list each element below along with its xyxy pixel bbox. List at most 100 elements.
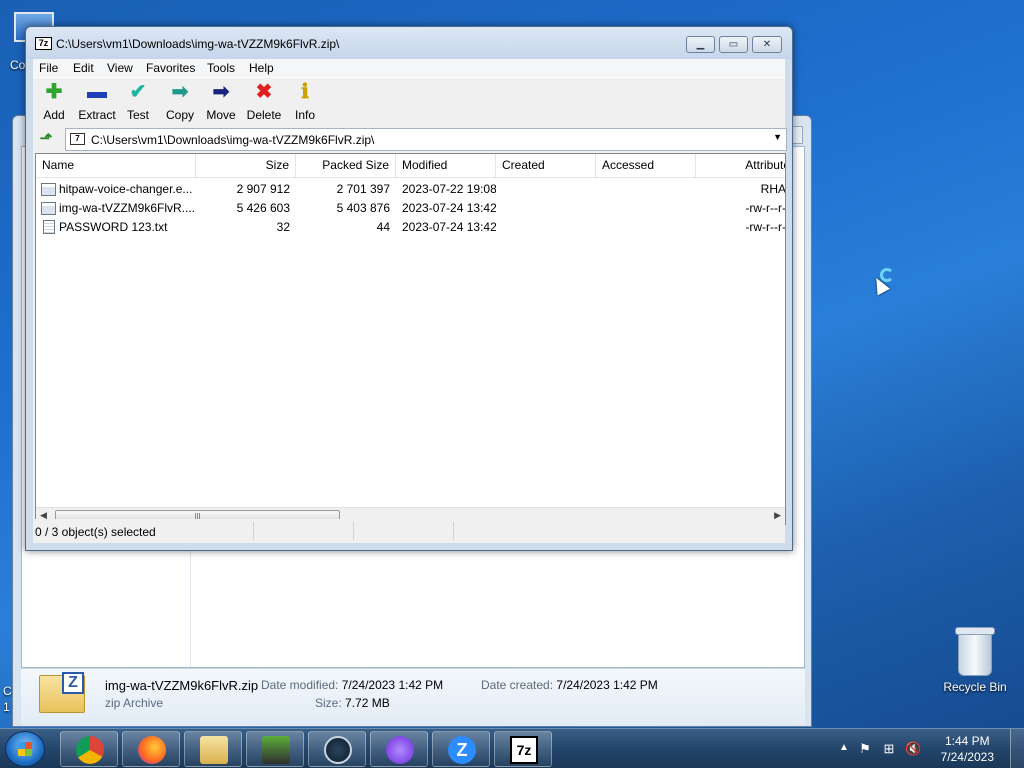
show-hidden-icons-button[interactable]: ▲	[839, 742, 849, 753]
menu-favorites[interactable]: Favorites	[146, 61, 195, 75]
move-arrow-icon: ➡	[212, 81, 230, 103]
volume-muted-icon[interactable]: 🔇	[905, 741, 921, 757]
info-button[interactable]: ℹ Info	[290, 80, 320, 124]
address-combo[interactable]: 7 C:\Users\vm1\Downloads\img-wa-tVZZM9k6…	[65, 128, 787, 151]
maximize-button[interactable]: ▭	[719, 36, 748, 53]
status-bar: 0 / 3 object(s) selected	[33, 519, 785, 543]
file-explorer-icon	[200, 736, 228, 764]
column-attributes[interactable]: Attribute	[696, 154, 785, 178]
cell-attributes: -rw-r--r-	[745, 201, 786, 215]
add-button[interactable]: ✚ Add	[35, 80, 73, 124]
menu-view[interactable]: View	[107, 61, 133, 75]
menu-file[interactable]: File	[39, 61, 58, 75]
minus-icon: ▬	[87, 81, 107, 103]
details-file-type: zip Archive	[105, 696, 164, 710]
close-button[interactable]: ✕	[752, 36, 782, 53]
7zip-window[interactable]: 7z C:\Users\vm1\Downloads\img-wa-tVZZM9k…	[25, 26, 793, 551]
copy-button[interactable]: ➡ Copy	[162, 80, 198, 124]
delete-x-icon: ✖	[255, 81, 273, 103]
selection-status: 0 / 3 object(s) selected	[35, 525, 156, 539]
up-folder-button[interactable]: ⬏	[37, 130, 55, 148]
table-row[interactable]: img-wa-tVZZM9k6FlvR.... 5 426 603 5 403 …	[36, 199, 785, 218]
action-center-icon[interactable]: ⚑	[857, 741, 873, 757]
taskbar-proton-vpn[interactable]	[370, 731, 428, 767]
taskbar-steam[interactable]	[308, 731, 366, 767]
menu-edit[interactable]: Edit	[73, 61, 94, 75]
recycle-bin-shortcut[interactable]: Recycle Bin	[940, 627, 1010, 694]
cell-name: PASSWORD 123.txt	[59, 220, 168, 234]
move-button[interactable]: ➡ Move	[203, 80, 239, 124]
address-bar: ⬏ 7 C:\Users\vm1\Downloads\img-wa-tVZZM9…	[33, 127, 787, 153]
file-list[interactable]: Name Size Packed Size Modified Created A…	[35, 153, 786, 525]
show-desktop-button[interactable]	[1010, 729, 1024, 768]
column-modified[interactable]: Modified	[396, 154, 496, 178]
minimize-button[interactable]: ▁	[686, 36, 715, 53]
cell-modified: 2023-07-24 13:42	[402, 201, 496, 215]
exe-file-icon	[41, 202, 56, 215]
taskbar: Z 7z ▲ ⚑ ⊞ 🔇 1:44 PM 7/24/2023	[0, 728, 1024, 768]
column-size[interactable]: Size	[196, 154, 296, 178]
cell-size: 5 426 603	[236, 201, 290, 215]
column-name[interactable]: Name	[36, 154, 196, 178]
cell-packed-size: 2 701 397	[336, 182, 390, 196]
7zip-icon: 7z	[510, 736, 538, 764]
cell-packed-size: 44	[376, 220, 390, 234]
menu-help[interactable]: Help	[249, 61, 274, 75]
clock-time: 1:44 PM	[944, 734, 990, 748]
proton-vpn-icon	[386, 736, 414, 764]
system-tray: ▲ ⚑ ⊞ 🔇 1:44 PM 7/24/2023	[839, 729, 1024, 768]
desktop-label-fragment: Co	[10, 58, 26, 72]
details-date-created: Date created: 7/24/2023 1:42 PM	[481, 678, 658, 692]
status-separator	[253, 522, 254, 540]
details-date-modified: Date modified: 7/24/2023 1:42 PM	[261, 678, 444, 692]
cell-size: 32	[276, 220, 290, 234]
address-path[interactable]: C:\Users\vm1\Downloads\img-wa-tVZZM9k6Fl…	[91, 133, 374, 147]
column-packed-size[interactable]: Packed Size	[296, 154, 396, 178]
dropdown-arrow-icon[interactable]: ▼	[773, 132, 782, 142]
list-header: Name Size Packed Size Modified Created A…	[36, 154, 785, 178]
minecraft-icon	[262, 736, 290, 764]
title-bar[interactable]: 7z C:\Users\vm1\Downloads\img-wa-tVZZM9k…	[26, 27, 792, 59]
cell-packed-size: 5 403 876	[336, 201, 390, 215]
cell-size: 2 907 912	[236, 182, 290, 196]
extract-button[interactable]: ▬ Extract	[74, 80, 120, 124]
status-separator	[353, 522, 354, 540]
zoom-icon: Z	[448, 736, 476, 764]
cell-modified: 2023-07-22 19:08	[402, 182, 496, 196]
text-file-icon	[43, 220, 55, 234]
archive-icon: 7	[70, 133, 85, 145]
taskbar-zoom[interactable]: Z	[432, 731, 490, 767]
status-separator	[453, 522, 454, 540]
firefox-icon	[138, 736, 166, 764]
toolbar: ✚ Add ▬ Extract ✔ Test ➡ Copy ➡ Move ✖ D…	[33, 77, 785, 125]
test-button[interactable]: ✔ Test	[122, 80, 154, 124]
taskbar-minecraft[interactable]	[246, 731, 304, 767]
desktop-label-fragment: C	[3, 684, 12, 698]
steam-icon	[324, 736, 352, 764]
7zip-app-icon[interactable]: 7z	[35, 37, 52, 50]
start-button[interactable]	[5, 731, 45, 767]
taskbar-7zip[interactable]: 7z	[494, 731, 552, 767]
column-created[interactable]: Created	[496, 154, 596, 178]
recycle-bin-label: Recycle Bin	[943, 680, 1007, 694]
cell-attributes: RHA	[760, 182, 786, 196]
taskbar-chrome[interactable]	[60, 731, 118, 767]
delete-button[interactable]: ✖ Delete	[245, 80, 283, 124]
column-accessed[interactable]: Accessed	[596, 154, 696, 178]
chrome-icon	[76, 736, 104, 764]
menu-tools[interactable]: Tools	[207, 61, 235, 75]
zip-file-icon: Z	[39, 672, 85, 713]
copy-arrow-icon: ➡	[171, 81, 189, 103]
network-icon[interactable]: ⊞	[881, 741, 897, 757]
cell-name: hitpaw-voice-changer.e...	[59, 182, 193, 196]
cell-modified: 2023-07-24 13:42	[402, 220, 496, 234]
clock[interactable]: 1:44 PM 7/24/2023	[941, 733, 994, 765]
taskbar-file-explorer[interactable]	[184, 731, 242, 767]
taskbar-firefox[interactable]	[122, 731, 180, 767]
window-title: C:\Users\vm1\Downloads\img-wa-tVZZM9k6Fl…	[56, 37, 340, 51]
info-icon: ℹ	[301, 81, 309, 103]
recycle-bin-icon	[955, 627, 995, 676]
cell-name: img-wa-tVZZM9k6FlvR....	[59, 201, 196, 215]
table-row[interactable]: hitpaw-voice-changer.e... 2 907 912 2 70…	[36, 180, 785, 199]
table-row[interactable]: PASSWORD 123.txt 32 44 2023-07-24 13:42 …	[36, 218, 785, 237]
